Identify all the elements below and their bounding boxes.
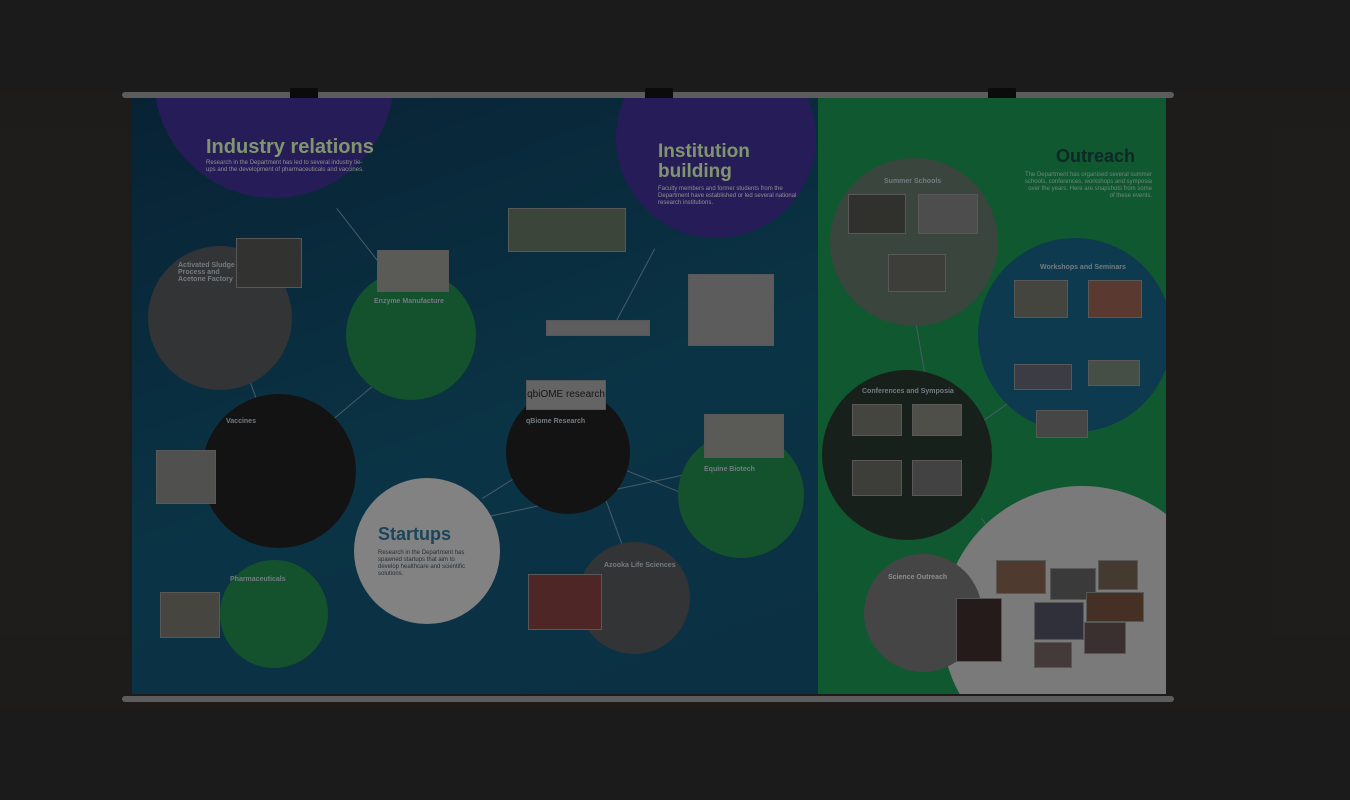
photo <box>236 238 302 288</box>
conferences-circle <box>822 370 992 540</box>
startups-text: Research in the Department has spawned s… <box>378 550 466 577</box>
summer-schools-title: Summer Schools <box>884 178 942 185</box>
photo <box>1036 410 1088 438</box>
conferences-title: Conferences and Symposia <box>862 388 954 395</box>
photo <box>852 404 902 436</box>
photo <box>918 194 978 234</box>
workshops-title: Workshops and Seminars <box>1040 264 1126 271</box>
pharmaceuticals-title: Pharmaceuticals <box>230 576 286 583</box>
photo <box>1088 280 1142 318</box>
qbiome-title: qBiome Research <box>526 418 586 425</box>
institution-building-title: Institution building <box>658 141 750 182</box>
photo <box>912 460 962 496</box>
industry-relations-text: Research in the Department has led to se… <box>206 160 364 173</box>
photo <box>1084 622 1126 654</box>
azooka-title: Azooka Life Sciences <box>604 562 676 569</box>
institution-building-text: Faculty members and former students from… <box>658 186 797 206</box>
bottom-rod <box>122 696 1174 702</box>
photo <box>996 560 1046 594</box>
equine-biotech-title: Equine Biotech <box>704 466 755 473</box>
science-outreach-title: Science Outreach <box>888 574 948 581</box>
photo <box>852 460 902 496</box>
photo <box>1014 280 1068 318</box>
outreach-text: The Department has organised several sum… <box>1024 172 1152 199</box>
poster: Industry relations Research in the Depar… <box>132 98 1166 694</box>
photo <box>704 414 784 458</box>
photo <box>888 254 946 292</box>
photo <box>156 450 216 504</box>
photo <box>1098 560 1138 590</box>
photo <box>848 194 906 234</box>
photo <box>1014 364 1072 390</box>
startups-title: Startups <box>378 524 452 544</box>
photo <box>528 574 602 630</box>
photo <box>377 250 449 292</box>
photo <box>1034 602 1084 640</box>
photo <box>1086 592 1144 622</box>
enzyme-manufacture-title: Enzyme Manufacture <box>374 298 445 305</box>
industry-relations-title: Industry relations <box>206 136 374 158</box>
vaccines-title: Vaccines <box>226 418 256 425</box>
photo <box>546 320 650 336</box>
photo <box>1034 642 1072 668</box>
outreach-title: Outreach <box>1056 146 1136 166</box>
photo <box>1088 360 1140 386</box>
qbiome-logo: qbiOME research <box>526 380 606 410</box>
photo <box>912 404 962 436</box>
photo <box>688 274 774 346</box>
photo <box>160 592 220 638</box>
photo <box>956 598 1002 662</box>
photo <box>508 208 626 252</box>
